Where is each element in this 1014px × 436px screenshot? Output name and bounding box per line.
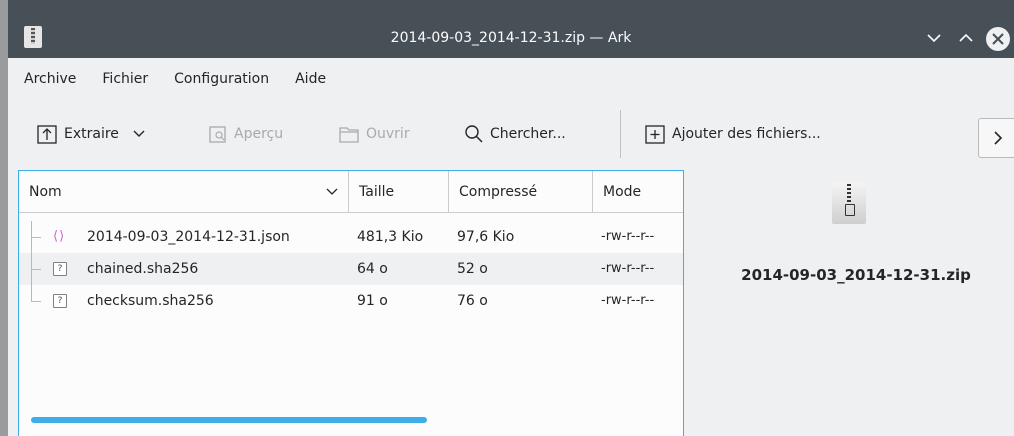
add-files-label: Ajouter des fichiers... [672,126,821,142]
toolbar-overflow-button[interactable] [978,118,1014,158]
file-compressed-size: 97,6 Kio [457,229,515,245]
menu-archive[interactable]: Archive [24,71,76,87]
add-file-icon [645,125,665,144]
preview-button[interactable]: Aperçu [208,116,283,152]
window-title: 2014-09-03_2014-12-31.zip — Ark [390,30,632,46]
chevron-down-icon [133,130,145,137]
toolbar-separator [620,110,621,158]
minimize-button[interactable] [922,26,946,50]
open-button[interactable]: Ouvrir [338,116,410,152]
tree-branch-line [31,301,41,302]
menu-fichier[interactable]: Fichier [102,71,148,87]
table-row[interactable]: ? chained.sha256 64 o 52 o -rw-r--r-- [19,253,683,285]
archive-file-table[interactable]: Nom Taille Compressé Mode ⟨⟩ 2014-09-03_… [18,170,684,436]
unknown-file-icon: ? [53,294,67,308]
tree-branch-line [31,269,41,270]
folder-icon [339,127,359,143]
preview-icon [209,126,226,143]
file-mode: -rw-r--r-- [601,229,655,244]
title-bar[interactable]: 2014-09-03_2014-12-31.zip — Ark [8,0,1014,58]
chevron-up-icon [959,33,973,42]
table-row[interactable]: ? checksum.sha256 91 o 76 o -rw-r--r-- [19,285,683,317]
preview-label: Aperçu [234,126,284,142]
chevron-down-icon [927,34,941,43]
json-file-icon: ⟨⟩ [53,229,66,244]
toolbar: Extraire Aperçu Ouvrir Chercher... Ajout… [8,104,1014,164]
sort-indicator-icon [326,171,338,213]
tree-branch-line [31,285,41,302]
open-label: Ouvrir [366,126,410,142]
table-row[interactable]: ⟨⟩ 2014-09-03_2014-12-31.json 481,3 Kio … [19,221,683,253]
file-size: 64 o [357,261,388,277]
file-name: chained.sha256 [87,261,199,277]
menu-aide[interactable]: Aide [295,71,326,87]
file-name: checksum.sha256 [87,293,214,309]
add-files-button[interactable]: Ajouter des fichiers... [644,116,821,152]
info-panel: 2014-09-03_2014-12-31.zip [698,170,1014,436]
horizontal-scrollbar[interactable] [31,417,427,423]
column-header-compresse[interactable]: Compressé [449,171,593,213]
maximize-button[interactable] [954,26,978,50]
search-button[interactable]: Chercher... [464,116,566,152]
extract-button[interactable]: Extraire [36,116,145,152]
close-icon [992,33,1004,45]
table-header: Nom Taille Compressé Mode [19,171,683,213]
ark-window: 2014-09-03_2014-12-31.zip — Ark Archive … [8,0,1014,436]
extract-label: Extraire [64,126,119,142]
file-size: 481,3 Kio [357,229,424,245]
file-compressed-size: 76 o [457,293,488,309]
file-size: 91 o [357,293,388,309]
unknown-file-icon: ? [53,262,67,276]
column-header-taille[interactable]: Taille [349,171,449,213]
file-compressed-size: 52 o [457,261,488,277]
file-mode: -rw-r--r-- [601,293,655,308]
tree-branch-line [31,237,41,238]
chevron-right-icon [994,131,1003,145]
extract-icon [37,125,57,144]
archive-filename: 2014-09-03_2014-12-31.zip [741,266,971,284]
column-header-label: Nom [29,184,62,200]
close-button[interactable] [986,27,1010,51]
column-header-mode[interactable]: Mode [593,171,685,213]
menu-configuration[interactable]: Configuration [174,71,269,87]
search-label: Chercher... [490,126,566,142]
search-icon [465,125,483,143]
zip-archive-icon [832,182,866,224]
file-mode: -rw-r--r-- [601,261,655,276]
column-header-nom[interactable]: Nom [19,171,349,213]
file-name: 2014-09-03_2014-12-31.json [87,229,290,245]
menu-bar: Archive Fichier Configuration Aide [8,58,352,100]
